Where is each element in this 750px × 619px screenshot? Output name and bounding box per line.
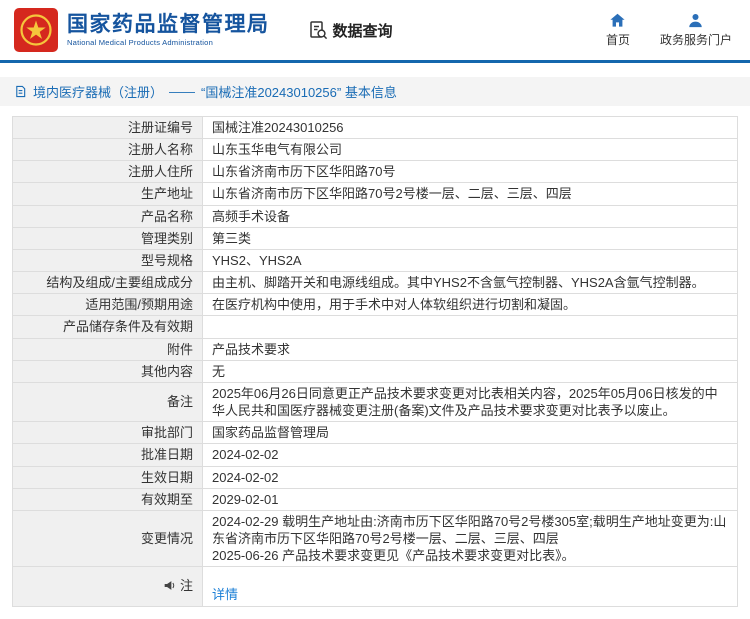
table-row: 生效日期 2024-02-02 [12,465,738,489]
table-row: 型号规格 YHS2、YHS2A [12,248,738,273]
header-nav: 首页 政务服务门户 [606,12,736,48]
row-value: 2029-02-01 [202,487,738,511]
table-row: 审批部门 国家药品监督管理局 [12,421,738,445]
row-label: 备注 [12,381,203,423]
row-label: 注册证编号 [12,115,203,140]
table-row: 管理类别 第三类 [12,226,738,250]
row-value: 无 [202,359,738,383]
table-row: 产品名称 高频手术设备 [12,204,738,228]
row-label: 审批部门 [12,421,203,445]
table-row: 批准日期 2024-02-02 [12,443,738,467]
user-icon [687,12,704,29]
row-label: 附件 [12,337,203,361]
data-query-label: 数据查询 [332,22,393,40]
table-row: 生产地址 山东省济南市历下区华阳路70号2号楼一层、二层、三层、四层 [12,182,738,206]
row-value: 高频手术设备 [202,204,738,228]
row-label: 管理类别 [12,226,203,250]
row-value: 产品技术要求 [202,337,738,361]
nav-item-home[interactable]: 首页 [606,12,630,48]
row-value: 国械注准20243010256 [202,115,738,140]
row-label: 生效日期 [12,465,203,489]
row-label: 注册人住所 [12,160,203,184]
breadcrumb-section[interactable]: 境内医疗器械（注册） [33,82,163,101]
note-detail-link[interactable]: 详情 [212,587,238,602]
table-row: 附件 产品技术要求 [12,337,738,361]
row-value: 2025年06月26日同意更正产品技术要求变更对比表相关内容，2025年05月0… [202,381,738,423]
row-label: 结构及组成/主要组成成分 [12,271,203,295]
brand-block: 国家药品监督管理局 National Medical Products Admi… [67,13,270,46]
row-value: 第三类 [202,226,738,250]
row-label: 注册人名称 [12,138,203,162]
table-row-note: 注 详情 [12,566,738,607]
table-row: 有效期至 2029-02-01 [12,487,738,511]
row-label: 产品储存条件及有效期 [12,315,203,339]
row-value: 2024-02-29 载明生产地址由:济南市历下区华阳路70号2号楼305室;载… [202,509,738,568]
npma-emblem-icon [19,13,53,47]
nav-item-label: 政务服务门户 [659,33,732,47]
table-row: 注册人住所 山东省济南市历下区华阳路70号 [12,160,738,184]
row-value: 山东省济南市历下区华阳路70号2号楼一层、二层、三层、四层 [202,182,738,206]
breadcrumb-separator: —— [169,84,196,99]
megaphone-icon [163,579,176,592]
note-value-cell: 详情 [202,566,738,607]
row-value: 由主机、脚踏开关和电源线组成。其中YHS2不含氩气控制器、YHS2A含氩气控制器… [202,271,738,295]
breadcrumb-current: “国械注准20243010256” 基本信息 [201,85,397,100]
row-label: 变更情况 [12,509,203,568]
home-icon [609,12,626,29]
row-label: 批准日期 [12,443,203,467]
row-value: YHS2、YHS2A [202,248,738,273]
row-value [202,315,738,339]
row-label: 产品名称 [12,204,203,228]
table-row: 注册证编号 国械注准20243010256 [12,115,738,140]
table-row: 结构及组成/主要组成成分 由主机、脚踏开关和电源线组成。其中YHS2不含氩气控制… [12,271,738,295]
table-row: 注册人名称 山东玉华电气有限公司 [12,138,738,162]
document-icon [14,85,27,98]
row-value: 2024-02-02 [202,465,738,489]
row-value: 山东玉华电气有限公司 [202,138,738,162]
note-label: 注 [179,577,193,593]
table-row: 变更情况 2024-02-29 载明生产地址由:济南市历下区华阳路70号2号楼3… [12,509,738,568]
npma-logo[interactable] [14,8,58,52]
row-label: 其他内容 [12,359,203,383]
site-header: 国家药品监督管理局 National Medical Products Admi… [0,0,750,60]
row-value: 山东省济南市历下区华阳路70号 [202,160,738,184]
main-content: 注册证编号 国械注准20243010256 注册人名称 山东玉华电气有限公司 注… [0,106,750,619]
row-label: 适用范围/预期用途 [12,293,203,317]
nav-item-gov-portal[interactable]: 政务服务门户 [660,12,732,48]
row-label: 有效期至 [12,487,203,511]
note-label-cell: 注 [12,566,203,607]
row-value: 2024-02-02 [202,443,738,467]
table-row: 备注 2025年06月26日同意更正产品技术要求变更对比表相关内容，2025年0… [12,381,738,423]
row-value: 在医疗机构中使用，用于手术中对人体软组织进行切割和凝固。 [202,293,738,317]
nav-item-label: 首页 [605,33,630,47]
org-name-en: National Medical Products Administration [67,37,214,47]
row-value: 国家药品监督管理局 [202,421,738,445]
breadcrumb: 境内医疗器械（注册） —— “国械注准20243010256” 基本信息 [0,77,750,106]
table-row: 其他内容 无 [12,359,738,383]
data-query-icon [308,20,328,40]
row-label: 型号规格 [12,248,203,273]
table-row: 适用范围/预期用途 在医疗机构中使用，用于手术中对人体软组织进行切割和凝固。 [12,293,738,317]
row-label: 生产地址 [12,182,203,206]
registration-info-table: 注册证编号 国械注准20243010256 注册人名称 山东玉华电气有限公司 注… [12,115,738,607]
table-row: 产品储存条件及有效期 [12,315,738,339]
header-divider [0,60,750,63]
data-query-menu[interactable]: 数据查询 [308,20,393,41]
org-name-cn: 国家药品监督管理局 [67,13,270,37]
